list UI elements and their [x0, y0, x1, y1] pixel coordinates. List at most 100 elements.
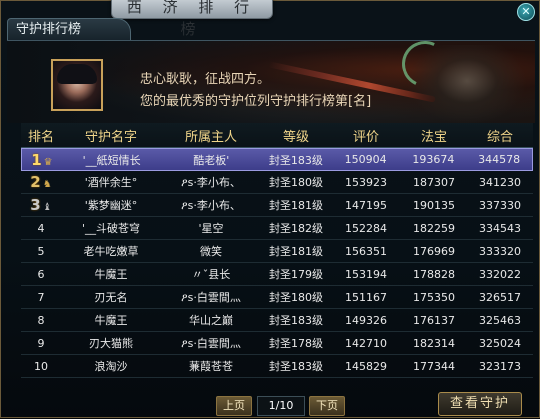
level-cell: 封圣183级 [269, 360, 323, 373]
level-cell: 封圣181级 [269, 245, 323, 258]
fabao-cell: 176969 [413, 244, 455, 258]
total-cell: 333320 [479, 244, 521, 258]
pager-bar: 上页 1/10 下页 查看守护 [1, 388, 540, 419]
medal-icon: ♞ [42, 179, 52, 190]
portrait-hair-icon [57, 64, 97, 84]
owner-cell: 〃ˇ县长 [191, 268, 231, 281]
rank-cell: 5 [37, 244, 45, 258]
total-cell: 344578 [478, 153, 521, 166]
name-cell: 刃大猫熊 [89, 337, 133, 350]
score-cell: 147195 [345, 198, 387, 212]
rank-cell: 9 [37, 336, 45, 350]
total-cell: 325024 [479, 336, 521, 350]
owner-cell: 微笑 [200, 245, 222, 258]
header-score: 评价 [352, 129, 379, 145]
table-row[interactable]: 1 ♛ '__紙短情长 酷老板' 封圣183级 150904 193674 344… [21, 148, 533, 171]
rank-cell: 4 [37, 221, 45, 235]
score-cell: 150904 [344, 153, 387, 166]
owner-cell: 蒹葭苍苍 [189, 360, 233, 373]
owner-cell: 酷老板' [193, 153, 230, 167]
name-cell: 刃无名 [94, 291, 128, 304]
score-cell: 156351 [345, 244, 387, 258]
score-cell: 142710 [345, 336, 387, 350]
banner-line-2: 您的最优秀的守护位列守护排行榜第[名] [140, 94, 372, 109]
name-cell: 牛魔王 [94, 314, 128, 327]
rank-cell: 3 ♝ [21, 196, 61, 214]
tab-guardian-ranking[interactable]: 守护排行榜 [7, 18, 131, 40]
name-cell: '__斗破苍穹 [81, 222, 141, 235]
total-cell: 334543 [479, 221, 521, 235]
fabao-cell: 187307 [413, 175, 455, 189]
rank-cell: 8 [37, 313, 45, 327]
table-row[interactable]: 9 刃大猫熊 ዖs·白雲間灬 封圣178级 142710 182314 3250… [21, 332, 533, 355]
rank-cell: 1 ♛ [22, 151, 62, 169]
prev-page-button[interactable]: 上页 [216, 396, 252, 416]
banner: 忠心耿耿，征战四方。 您的最优秀的守护位列守护排行榜第[名] [7, 34, 535, 125]
level-cell: 封圣182级 [269, 222, 323, 235]
total-cell: 337330 [479, 198, 521, 212]
owner-cell: ዖs·白雲間灬 [181, 291, 241, 304]
total-cell: 341230 [479, 175, 521, 189]
rank-cell: 10 [34, 359, 48, 373]
header-fabao: 法宝 [420, 129, 447, 145]
name-cell: '紫梦幽迷° [84, 199, 138, 212]
table-header: 排名 守护名字 所属主人 等级 评价 法宝 综合 [21, 123, 533, 148]
level-cell: 封圣179级 [269, 268, 323, 281]
header-guardian-name: 守护名字 [84, 129, 137, 145]
table-row[interactable]: 8 牛魔王 华山之巅 封圣183级 149326 176137 325463 [21, 309, 533, 332]
rank-cell: 7 [37, 290, 45, 304]
fabao-cell: 178828 [413, 267, 455, 281]
table-row[interactable]: 3 ♝ '紫梦幽迷° ዖs·李小布、 封圣181级 147195 190135 3… [21, 194, 533, 217]
name-cell: 老牛吃嫩草 [83, 245, 139, 258]
name-cell: '酒伴余生° [84, 176, 138, 189]
table-row[interactable]: 6 牛魔王 〃ˇ县长 封圣179级 153194 178828 332022 [21, 263, 533, 286]
header-owner: 所属主人 [184, 129, 237, 145]
rank-cell: 2 ♞ [21, 173, 61, 191]
table-row[interactable]: 10 浪淘沙 蒹葭苍苍 封圣183级 145829 177344 323173 [21, 355, 533, 378]
table-row[interactable]: 5 老牛吃嫩草 微笑 封圣181级 156351 176969 333320 [21, 240, 533, 263]
table-row[interactable]: 7 刃无名 ዖs·白雲間灬 封圣180级 151167 175350 32651… [21, 286, 533, 309]
level-cell: 封圣180级 [269, 291, 323, 304]
level-cell: 封圣180级 [269, 176, 323, 189]
fabao-cell: 182314 [413, 336, 455, 350]
table-row[interactable]: 2 ♞ '酒伴余生° ዖs·李小布、 封圣180级 153923 187307 3… [21, 171, 533, 194]
score-cell: 153923 [345, 175, 387, 189]
fabao-cell: 176137 [413, 313, 455, 327]
score-cell: 153194 [345, 267, 387, 281]
next-page-button[interactable]: 下页 [309, 396, 345, 416]
owner-cell: 华山之巅 [189, 314, 233, 327]
name-cell: 牛魔王 [94, 268, 128, 281]
level-cell: 封圣183级 [269, 314, 323, 327]
header-level: 等级 [282, 129, 309, 145]
table-row[interactable]: 4 '__斗破苍穹 '星空 封圣182级 152284 182259 33454… [21, 217, 533, 240]
fabao-cell: 175350 [413, 290, 455, 304]
total-cell: 323173 [479, 359, 521, 373]
owner-cell: ዖs·白雲間灬 [181, 337, 241, 350]
score-cell: 151167 [345, 290, 387, 304]
fabao-cell: 182259 [413, 221, 455, 235]
name-cell: 浪淘沙 [94, 360, 128, 373]
medal-icon: ♝ [42, 202, 52, 213]
rank-number: 3 [30, 196, 41, 214]
header-rank: 排名 [27, 129, 54, 145]
close-button[interactable]: ✕ [517, 3, 535, 21]
ranking-table: 1 ♛ '__紙短情长 酷老板' 封圣183级 150904 193674 344… [21, 148, 533, 378]
total-cell: 326517 [479, 290, 521, 304]
score-cell: 149326 [345, 313, 387, 327]
close-icon: ✕ [521, 5, 531, 18]
ranking-window: 西 济 排 行 榜 ✕ 守护排行榜 忠心耿耿，征战四方。 您的最优秀的守护位列守… [0, 0, 540, 418]
fabao-cell: 190135 [413, 198, 455, 212]
level-cell: 封圣183级 [268, 153, 323, 167]
level-cell: 封圣181级 [269, 199, 323, 212]
score-cell: 152284 [345, 221, 387, 235]
level-cell: 封圣178级 [269, 337, 323, 350]
view-guardian-button[interactable]: 查看守护 [438, 392, 522, 416]
fabao-cell: 193674 [412, 153, 455, 166]
guardian-portrait [51, 59, 103, 111]
owner-cell: ዖs·李小布、 [181, 176, 241, 189]
crown-icon: ♛ [43, 156, 53, 168]
rank-number: 1 [31, 150, 42, 169]
rank-cell: 6 [37, 267, 45, 281]
owner-cell: '星空 [198, 222, 224, 235]
owner-cell: ዖs·李小布、 [181, 199, 241, 212]
